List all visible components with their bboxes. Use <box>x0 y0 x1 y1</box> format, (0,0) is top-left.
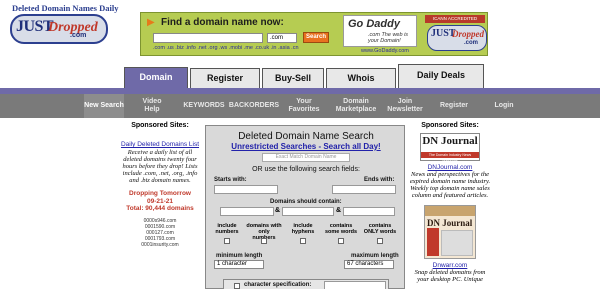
starts-with-input[interactable] <box>214 185 278 194</box>
dnwarr-desc: Snap deleted domains from your desktop P… <box>414 269 486 283</box>
tab-buy-sell[interactable]: Buy-Sell <box>262 68 324 88</box>
dnjournal-desc: News and perspectives for the expired do… <box>409 171 491 199</box>
ends-with-label: Ends with: <box>364 177 395 183</box>
character-spec-checkbox[interactable] <box>234 283 240 289</box>
left-sponsored-column: Sponsored Sites: Daily Deleted Domains L… <box>118 122 202 248</box>
daily-deleted-domains-desc: Receive a daily list of all deleted doma… <box>122 149 198 184</box>
dnwarr-ad-title: DN Journal <box>427 218 473 228</box>
page: Deleted Domain Names Daily JUST Dropped … <box>0 0 600 289</box>
dnwarr-ad-header <box>425 206 475 216</box>
godaddy-logo: Go Daddy <box>348 18 400 30</box>
search-title: Deleted Domain Name Search <box>238 131 374 142</box>
and-separator: & <box>275 207 281 214</box>
site-tagline: Deleted Domain Names Daily <box>12 3 119 13</box>
tab-daily-deals[interactable]: Daily Deals <box>398 64 484 88</box>
dnjournal-ad-image[interactable]: DN Journal The Domain Industry News Maga… <box>420 133 480 163</box>
godaddy-logo-box: Go Daddy .com The web is your Domain! <box>343 15 417 47</box>
contains-some-words-label: contains some words <box>324 223 358 235</box>
banner-tld-select[interactable]: .com <box>267 33 297 43</box>
right-sponsored-column: Sponsored Sites: DN Journal The Domain I… <box>408 122 492 283</box>
dnwarr-link[interactable]: Dnwarr.com <box>408 262 492 269</box>
banner-title: Find a domain name now: <box>161 17 284 28</box>
dnjournal-logo: DN Journal <box>422 135 478 147</box>
starts-with-label: Starts with: <box>214 177 247 183</box>
nav-join-newsletter[interactable]: Join Newsletter <box>384 94 426 118</box>
character-spec-input[interactable] <box>324 281 386 289</box>
nav-backorders[interactable]: BACKORDERS <box>228 94 280 118</box>
dnwarr-ad-image[interactable]: DN Journal <box>424 205 476 259</box>
min-length-select[interactable]: 1 character <box>214 260 264 269</box>
dnjournal-strip: The Domain Industry News Magazine <box>421 152 479 163</box>
dropping-tomorrow-block: Dropping Tomorrow 09-21-21 Total: 90,444… <box>118 190 202 213</box>
dropping-label: Dropping Tomorrow <box>129 190 191 197</box>
banner-search-button[interactable]: Search <box>303 32 329 43</box>
include-numbers-label: include numbers <box>215 223 239 235</box>
logo2-dropped-text: Dropped <box>452 29 484 39</box>
right-sponsored-heading: Sponsored Sites: <box>421 122 479 129</box>
exact-match-input[interactable]: Exact Match Domain Name <box>262 153 350 162</box>
include-hyphens-checkbox[interactable] <box>300 238 306 244</box>
tab-domain-search[interactable]: Domain Search <box>124 67 188 100</box>
unrestricted-searches-link[interactable]: Unrestricted Searches - Search all Day! <box>206 142 406 151</box>
dropping-domains-list: 0000s946.com 0001590.com 000127.com 0001… <box>118 218 202 248</box>
left-sponsored-heading: Sponsored Sites: <box>131 122 189 129</box>
include-hyphens-label: include hyphens <box>291 223 315 235</box>
banner-tld-list: .com .us .biz .info .net .org .ws .mobi … <box>153 45 299 51</box>
dnjournal-link[interactable]: DNJournal.com <box>408 164 492 171</box>
contains-only-words-checkbox[interactable] <box>377 238 383 244</box>
accredited-badge: ICANN ACCREDITED <box>425 15 485 23</box>
should-contain-label: Domains should contain: <box>270 199 342 205</box>
logo2-com-text: .com <box>464 40 479 46</box>
character-specification-row: character specification: <box>223 279 389 289</box>
contain-input-1[interactable] <box>220 207 274 216</box>
logo-com-text: .com <box>70 32 87 39</box>
or-instructions: OR use the following search fields: <box>252 166 360 173</box>
banner-domain-input[interactable] <box>153 33 263 43</box>
tab-register-domain[interactable]: Register Domain <box>190 68 260 101</box>
and-separator: & <box>336 207 342 214</box>
contain-input-3[interactable] <box>343 207 395 216</box>
nav-keywords[interactable]: KEYWORDS <box>180 94 228 118</box>
nav-domain-marketplace[interactable]: Domain Marketplace <box>334 94 378 118</box>
deleted-domain-search-form: Deleted Domain Name Search Unrestricted … <box>205 125 405 289</box>
contains-only-words-label: contains ONLY words <box>363 223 397 235</box>
nav-video-help[interactable]: Video Help <box>134 94 170 118</box>
character-spec-label: character specification: <box>244 282 312 288</box>
banner-justdropped-logo: JUST Dropped .com <box>427 25 487 51</box>
dropping-total: Total: 90,444 domains <box>126 205 194 212</box>
site-logo[interactable]: Deleted Domain Names Daily JUST Dropped … <box>4 3 118 47</box>
include-numbers-checkbox[interactable] <box>224 238 230 244</box>
godaddy-tagline: .com The web is your Domain! <box>368 32 409 44</box>
max-length-label: maximum length <box>351 253 399 259</box>
min-length-label: minimum length <box>216 253 263 259</box>
godaddy-banner-ad[interactable]: ▶ Find a domain name now: .com Search .c… <box>140 12 488 56</box>
nav-new-search[interactable]: New Search <box>84 94 124 118</box>
dropping-date: 09-21-21 <box>146 197 174 205</box>
main-tabs: Domain Search Register Domain Buy-Sell W… <box>124 64 484 101</box>
ends-with-input[interactable] <box>332 185 396 194</box>
only-numbers-checkbox[interactable] <box>261 238 267 244</box>
godaddy-link[interactable]: www.GoDaddy.com <box>361 48 409 54</box>
contains-some-words-checkbox[interactable] <box>338 238 344 244</box>
nav-register[interactable]: Register <box>434 94 474 118</box>
dnwarr-ad-screenshot <box>441 230 473 256</box>
tab-whois[interactable]: Whois <box>326 68 396 88</box>
daily-deleted-domains-link[interactable]: Daily Deleted Domains List <box>118 141 202 148</box>
nav-bar: New Search Video Help KEYWORDS BACKORDER… <box>0 94 600 118</box>
arrow-icon: ▶ <box>147 17 155 28</box>
nav-login[interactable]: Login <box>488 94 520 118</box>
dnwarr-ad-cover <box>427 228 439 256</box>
max-length-select[interactable]: 67 characters <box>344 260 394 269</box>
nav-your-favorites[interactable]: Your Favorites <box>284 94 324 118</box>
contain-input-2[interactable] <box>282 207 334 216</box>
logo-badge: JUST Dropped .com <box>10 14 108 44</box>
list-item[interactable]: 0001insurity.com <box>118 242 202 248</box>
